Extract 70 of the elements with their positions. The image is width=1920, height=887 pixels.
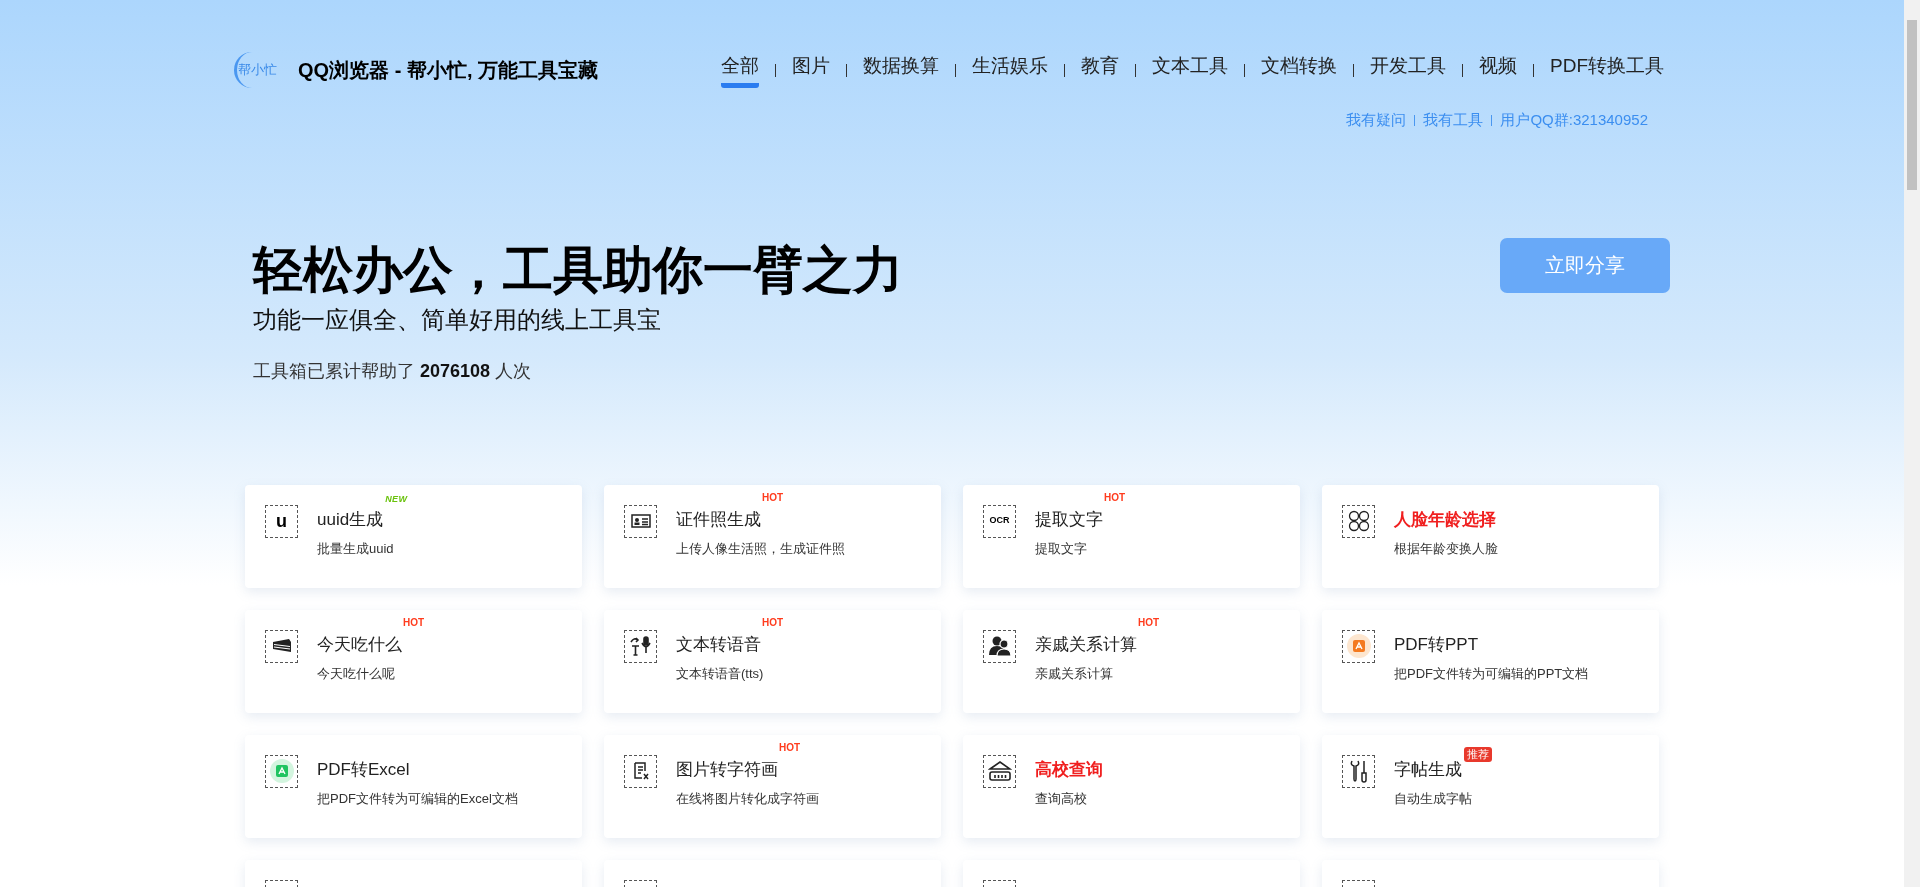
tool-description: 文本转语音(tts) — [676, 664, 765, 683]
hot-label: HOT — [762, 617, 784, 628]
tool-description: 批量生成uuid — [317, 539, 395, 558]
tool-title: 亲戚关系计算 — [1035, 633, 1137, 656]
document-icon — [631, 761, 650, 781]
tool-description: 把PDF文件转为可编辑的PPT文档 — [1394, 664, 1589, 683]
tool-title: 高校查询 — [1035, 758, 1103, 781]
faces-icon — [1347, 510, 1370, 532]
tool-icon: OCR — [983, 504, 1016, 538]
tool-icon: u — [265, 504, 298, 538]
tool-description: 查询高校 — [1035, 789, 1088, 808]
recommend-badge: 推荐 — [1464, 746, 1492, 762]
tool-card[interactable]: 图片转字符画 HOT 在线将图片转化成字符画 — [604, 734, 941, 838]
tool-title: 文本转语音 — [676, 633, 761, 656]
hot-label: HOT — [762, 492, 784, 503]
hot-label: HOT — [403, 617, 425, 628]
tool-card[interactable]: 亲戚关系计算 HOT 亲戚关系计算 — [963, 609, 1300, 713]
tool-card[interactable]: PDF转PPT 把PDF文件转为可编辑的PPT文档 — [1322, 609, 1659, 713]
tool-description: 在线将图片转化成字符画 — [676, 789, 819, 808]
tool-title: 人脸年龄选择 — [1394, 508, 1496, 531]
tool-title: PDF转Excel — [317, 758, 410, 781]
scrollbar[interactable] — [1904, 0, 1920, 887]
hero-subtitle: 功能一应俱全、简单好用的线上工具宝 — [253, 304, 662, 335]
text-to-speech-icon — [628, 635, 653, 657]
tool-title: uuid生成 — [317, 508, 384, 531]
tool-description: 自动生成字帖 — [1394, 789, 1473, 808]
tool-description: 提取文字 — [1035, 539, 1088, 558]
tool-description: 上传人像生活照，生成证件照 — [676, 539, 845, 558]
tool-title: 图片转字符画 — [676, 758, 778, 781]
building-icon — [987, 760, 1012, 782]
tool-card[interactable]: PDF转Excel 把PDF文件转为可编辑的Excel文档 — [245, 734, 582, 838]
tool-description: 今天吃什么呢 — [317, 664, 396, 683]
tool-title: 字帖生成 — [1394, 758, 1462, 781]
tool-description: 亲戚关系计算 — [1035, 664, 1114, 683]
tool-title: PDF转PPT — [1394, 633, 1479, 656]
tool-title: 今天吃什么 — [317, 633, 402, 656]
people-icon — [987, 635, 1012, 657]
tool-card[interactable]: 今天吃什么 HOT 今天吃什么呢 — [245, 609, 582, 713]
tool-title: 提取文字 — [1035, 508, 1103, 531]
tool-card[interactable]: 高校查询 查询高校 — [963, 734, 1300, 838]
tool-card[interactable]: 文本转语音 HOT 文本转语音(tts) — [604, 609, 941, 713]
cake-icon — [271, 638, 292, 654]
usage-counter: 工具箱已累计帮助了 2076108 人次 — [253, 359, 533, 383]
nav-tab[interactable]: PDF转换工具 — [1550, 52, 1664, 88]
nav-tab[interactable]: 视频 — [1479, 52, 1517, 88]
tool-title: 证件照生成 — [676, 508, 761, 531]
tool-description: 根据年龄变换人脸 — [1394, 539, 1498, 558]
hot-label: HOT — [779, 742, 801, 753]
tool-card[interactable]: OCR 提取文字 HOT 提取文字 — [963, 484, 1300, 588]
hero-heading: 轻松办公，工具助你一臂之力 — [253, 240, 903, 300]
nav-tab[interactable]: 数据换算 — [863, 52, 939, 88]
id-card-icon — [630, 514, 651, 528]
tool-card[interactable]: 证件照生成 HOT 上传人像生活照，生成证件照 — [604, 484, 941, 588]
nav-tab[interactable]: 教育 — [1081, 52, 1119, 88]
tool-card[interactable]: 人脸年龄选择 根据年龄变换人脸 — [1322, 484, 1659, 588]
pdf-icon — [1346, 634, 1371, 658]
pdf-icon — [269, 759, 294, 783]
nav-tab[interactable]: 全部 — [721, 52, 759, 88]
hot-label: HOT — [1138, 617, 1160, 628]
nav-tab[interactable]: 文本工具 — [1152, 52, 1228, 88]
tool-description: 把PDF文件转为可编辑的Excel文档 — [317, 789, 518, 808]
nav-tab[interactable]: 文档转换 — [1261, 52, 1337, 88]
new-label: NEW — [385, 494, 408, 504]
nav-tab[interactable]: 开发工具 — [1370, 52, 1446, 88]
site-title: QQ浏览器 - 帮小忙, 万能工具宝藏 — [298, 58, 598, 83]
hot-label: HOT — [1104, 492, 1126, 503]
tool-card[interactable]: u uuid生成 NEW 批量生成uuid — [245, 484, 582, 588]
nav-tab[interactable]: 图片 — [792, 52, 830, 88]
tool-card[interactable]: 字帖生成 推荐 自动生成字帖 — [1322, 734, 1659, 838]
nav-tab[interactable]: 生活娱乐 — [972, 52, 1048, 88]
